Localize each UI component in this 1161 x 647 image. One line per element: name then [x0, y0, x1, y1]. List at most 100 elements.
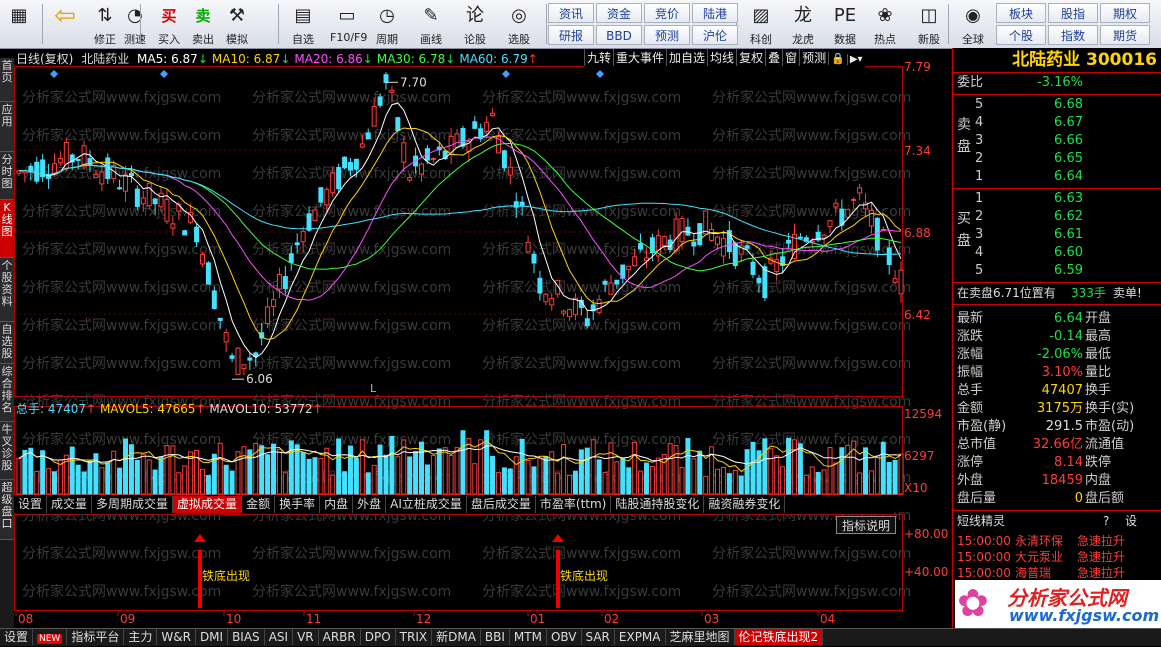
lock-icon[interactable]: 🔒: [828, 52, 847, 65]
left-tab-1[interactable]: 应用: [0, 102, 14, 152]
buy-level[interactable]: 3 6.61: [953, 226, 1161, 244]
toolbar-button-2[interactable]: ⇅ 修正: [88, 2, 122, 46]
chart-control-3[interactable]: 均线: [707, 49, 736, 66]
quick-button[interactable]: 竞价: [644, 3, 690, 23]
bottom-tab-4[interactable]: W&R: [157, 629, 196, 645]
bottom-tab-1[interactable]: NEW: [33, 629, 68, 645]
sell-level[interactable]: 4 6.67: [953, 114, 1161, 132]
bottom-tab-5[interactable]: DMI: [196, 629, 229, 645]
chart-control-6[interactable]: 窗: [782, 49, 799, 66]
bottom-tab-12[interactable]: 新DMA: [432, 629, 481, 645]
market-button[interactable]: 个股: [996, 25, 1046, 45]
left-tab-2[interactable]: 分时图: [0, 152, 14, 200]
bottom-tab-3[interactable]: 主力: [124, 629, 158, 645]
toolbar-button-1[interactable]: ⇦: [48, 2, 82, 46]
volume-tab-8[interactable]: AI立桩成交量: [386, 496, 467, 513]
toolbar-button-13[interactable]: ▨ 科创: [744, 2, 778, 46]
quick-button[interactable]: 预测: [644, 25, 690, 45]
bottom-tab-13[interactable]: BBI: [481, 629, 510, 645]
volume-tab-11[interactable]: 陆股通持股变化: [611, 496, 705, 513]
volume-tab-3[interactable]: 虚拟成交量: [173, 496, 243, 513]
toolbar-button-10[interactable]: ✎ 画线: [414, 2, 448, 46]
bottom-tab-2[interactable]: 指标平台: [67, 629, 125, 645]
volume-tab-10[interactable]: 市盈率(ttm): [536, 496, 612, 513]
quick-button[interactable]: 陆港: [692, 3, 738, 23]
volume-tab-9[interactable]: 盘后成交量: [467, 496, 536, 513]
volume-tab-0[interactable]: 设置: [14, 496, 48, 513]
bottom-tab-8[interactable]: VR: [293, 629, 319, 645]
toolbar-button-16[interactable]: ❀ 热点: [868, 2, 902, 46]
chart-control-1[interactable]: 重大事件: [613, 49, 666, 66]
toolbar-button-11[interactable]: 论论股: [458, 2, 492, 46]
quick-button[interactable]: 沪伦: [692, 25, 738, 45]
bottom-tab-7[interactable]: ASI: [265, 629, 294, 645]
toolbar-button-6[interactable]: ⚒ 模拟: [220, 2, 254, 46]
buy-level[interactable]: 1 6.63: [953, 190, 1161, 208]
event-diamond-icon[interactable]: [50, 70, 58, 78]
volume-tab-5[interactable]: 换手率: [275, 496, 321, 513]
chart-control-0[interactable]: 九转: [584, 49, 613, 66]
toolbar-button-8[interactable]: ▭ F10/F9: [330, 2, 367, 46]
bottom-tab-9[interactable]: ARBR: [319, 629, 361, 645]
volume-tab-6[interactable]: 内盘: [320, 496, 354, 513]
market-button[interactable]: 股指: [1048, 3, 1098, 23]
chart-control-5[interactable]: 叠: [765, 49, 782, 66]
quick-button[interactable]: 资金: [596, 3, 642, 23]
chart-control-2[interactable]: 加自选: [666, 49, 707, 66]
sell-level[interactable]: 5 6.68: [953, 96, 1161, 114]
bottom-tab-15[interactable]: OBV: [547, 629, 582, 645]
quick-button[interactable]: 研报: [548, 25, 594, 45]
buy-level[interactable]: 2 6.62: [953, 208, 1161, 226]
volume-tab-4[interactable]: 金额: [242, 496, 276, 513]
volume-tab-2[interactable]: 多周期成交量: [92, 496, 174, 513]
toolbar-button-18[interactable]: ◉ 全球: [956, 2, 990, 46]
left-tab-4[interactable]: 个股资料: [0, 258, 14, 322]
chart-control-4[interactable]: 复权: [736, 49, 765, 66]
event-diamond-icon[interactable]: [160, 70, 168, 78]
toolbar-button-4[interactable]: 买买入: [152, 2, 186, 46]
bottom-tab-19[interactable]: 伦记铁底出现2: [734, 629, 824, 645]
toolbar-button-12[interactable]: ◎ 选股: [502, 2, 536, 46]
bottom-tab-16[interactable]: SAR: [582, 629, 615, 645]
bottom-tab-14[interactable]: MTM: [510, 629, 547, 645]
sell-level[interactable]: 1 6.64: [953, 168, 1161, 186]
market-button[interactable]: 指数: [1048, 25, 1098, 45]
buy-level[interactable]: 5 6.59: [953, 262, 1161, 280]
volume-tab-7[interactable]: 外盘: [353, 496, 387, 513]
indicator-help-button[interactable]: 指标说明: [836, 516, 896, 534]
left-tab-5[interactable]: 自选股: [0, 322, 14, 364]
sell-level[interactable]: 2 6.65: [953, 150, 1161, 168]
bottom-tab-17[interactable]: EXPMA: [615, 629, 666, 645]
settings-button[interactable]: 设: [1125, 512, 1137, 530]
toolbar-button-17[interactable]: ◫ 新股: [912, 2, 946, 46]
bottom-tab-0[interactable]: 设置: [0, 629, 34, 645]
left-tab-3[interactable]: K线图: [0, 200, 14, 258]
quick-button[interactable]: BBD: [596, 25, 642, 45]
kline-chart-area[interactable]: 分析家公式网www.fxjgsw.com 分析家公式网www.fxjgsw.com…: [14, 48, 952, 628]
event-diamond-icon[interactable]: [502, 70, 510, 78]
sell-level[interactable]: 3 6.66: [953, 132, 1161, 150]
bottom-tab-11[interactable]: TRIX: [396, 629, 433, 645]
toolbar-button-9[interactable]: ◷ 周期: [370, 2, 404, 46]
market-button[interactable]: 期权: [1100, 3, 1150, 23]
toolbar-button-7[interactable]: ▤ 自选: [286, 2, 320, 46]
toolbar-button-0[interactable]: ▦: [2, 2, 36, 46]
left-tab-0[interactable]: 首页: [0, 58, 14, 102]
bottom-tab-10[interactable]: DPO: [361, 629, 396, 645]
volume-tab-1[interactable]: 成交量: [47, 496, 93, 513]
toolbar-button-5[interactable]: 卖卖出: [186, 2, 220, 46]
toolbar-button-3[interactable]: ◔ 测速: [118, 2, 152, 46]
market-button[interactable]: 板块: [996, 3, 1046, 23]
toolbar-button-14[interactable]: 龙龙虎: [786, 2, 820, 46]
quick-button[interactable]: 资讯: [548, 3, 594, 23]
left-tab-8[interactable]: 超级盘口: [0, 480, 14, 540]
left-tab-6[interactable]: 综合排名: [0, 364, 14, 422]
left-tab-7[interactable]: 牛叉诊股: [0, 422, 14, 480]
volume-tab-12[interactable]: 融资融券变化: [704, 496, 786, 513]
chart-control-7[interactable]: 预测: [799, 49, 828, 66]
help-button[interactable]: ?: [1103, 512, 1109, 530]
bottom-tab-18[interactable]: 芝麻里地图: [666, 629, 735, 645]
market-button[interactable]: 期货: [1100, 25, 1150, 45]
event-diamond-icon[interactable]: [596, 70, 604, 78]
menu-arrow-icon[interactable]: ▶▾: [846, 54, 865, 65]
